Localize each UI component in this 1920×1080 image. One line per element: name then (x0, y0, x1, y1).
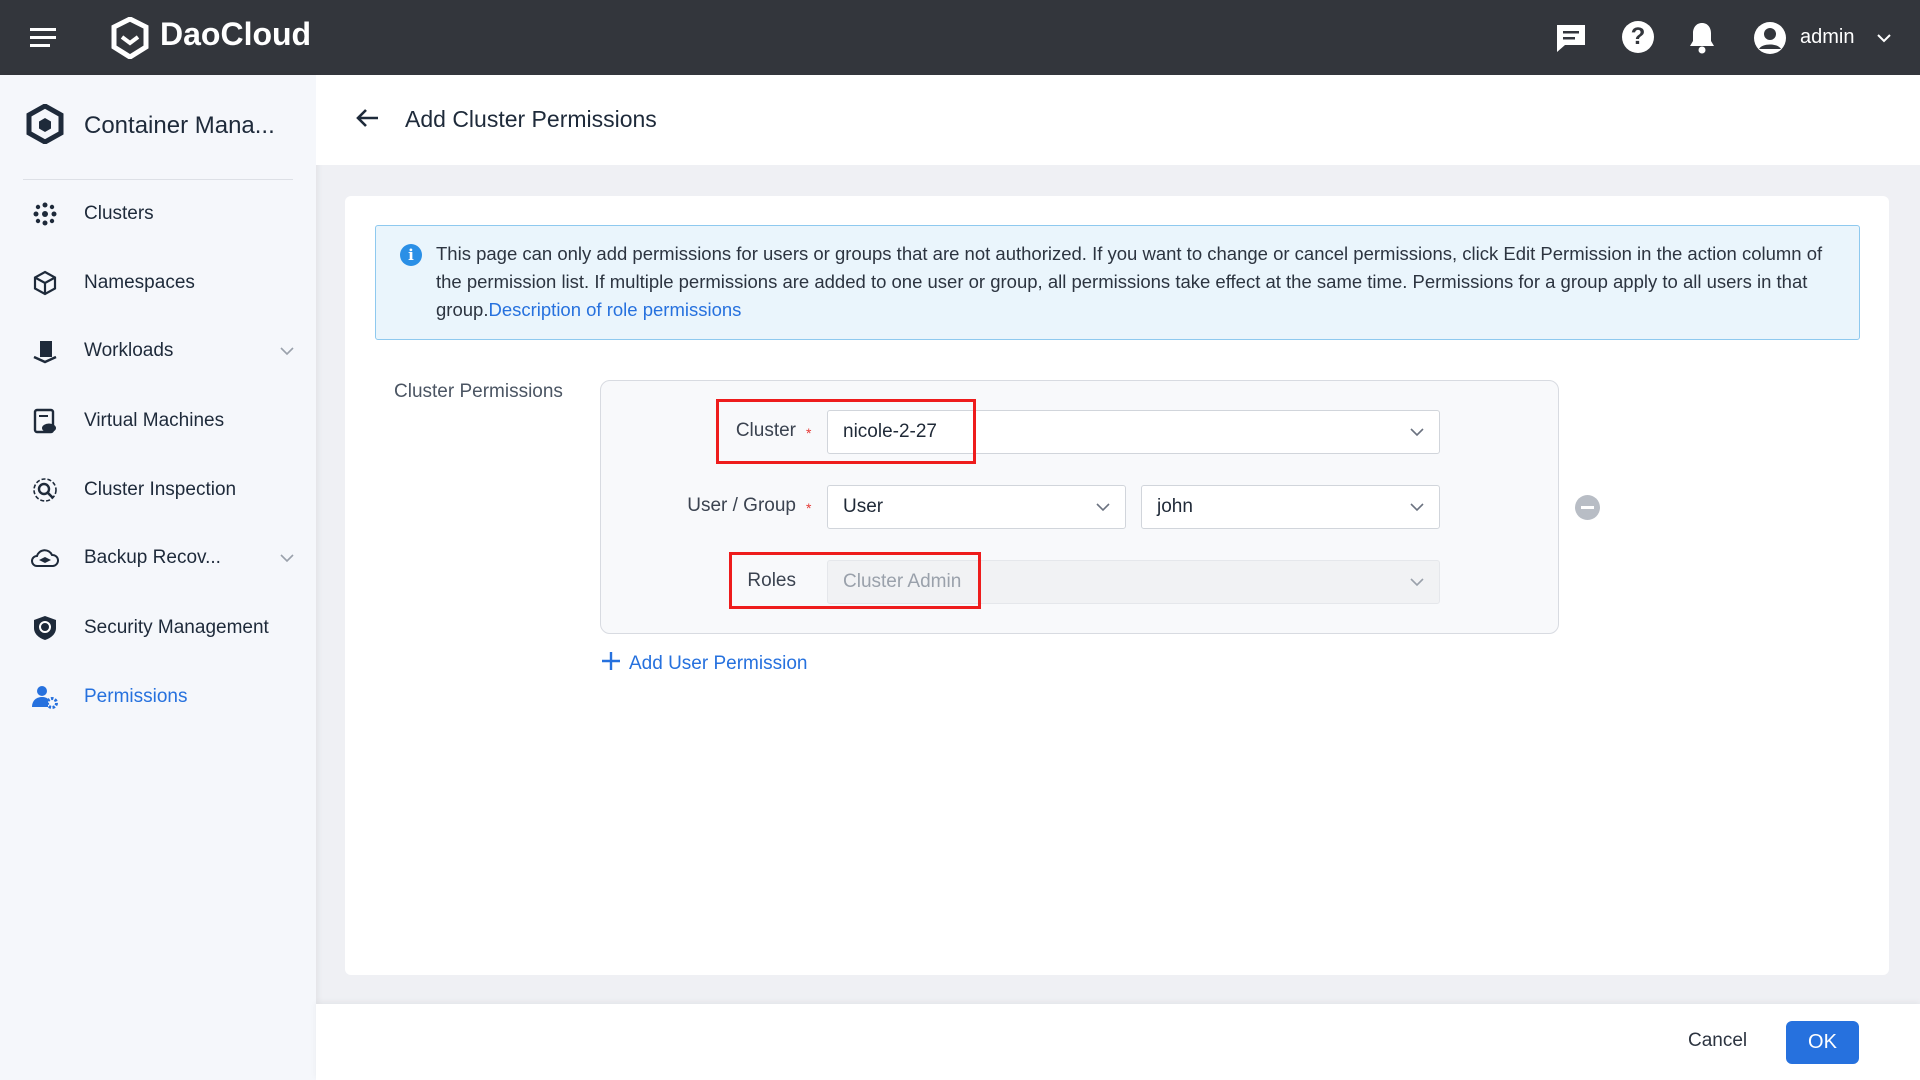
info-icon: i (400, 244, 422, 266)
user-select[interactable]: john (1141, 485, 1440, 529)
user-type-select[interactable]: User (827, 485, 1126, 529)
clusters-icon (30, 199, 60, 229)
footer: Cancel OK (316, 1004, 1920, 1080)
page-title: Add Cluster Permissions (405, 106, 657, 132)
avatar-icon[interactable] (1753, 21, 1787, 60)
sidebar-item-workloads[interactable]: Workloads (0, 323, 316, 379)
info-alert: i This page can only add permissions for… (375, 225, 1860, 340)
sidebar-item-namespaces[interactable]: Namespaces (0, 255, 316, 311)
help-icon[interactable]: ? (1622, 21, 1654, 53)
sidebar-item-backup-recovery[interactable]: Backup Recov... (0, 530, 316, 586)
plus-icon (601, 651, 621, 676)
ok-button[interactable]: OK (1786, 1021, 1859, 1064)
sidebar-title: Container Mana... (84, 112, 275, 139)
user-permission-icon (30, 682, 60, 712)
daocloud-logo-icon (110, 16, 150, 64)
sidebar-item-label: Backup Recov... (84, 547, 221, 568)
shield-icon (30, 613, 60, 643)
user-name[interactable]: admin (1800, 26, 1854, 49)
user-type-value: User (843, 496, 884, 517)
sidebar: Container Mana... Clusters Namespaces Wo… (0, 75, 316, 1080)
page-header: Add Cluster Permissions (316, 75, 1920, 165)
add-user-permission-button[interactable]: Add User Permission (601, 651, 807, 676)
cancel-button[interactable]: Cancel (1688, 1030, 1747, 1052)
sidebar-item-virtual-machines[interactable]: Virtual Machines (0, 393, 316, 449)
cube-icon (30, 268, 60, 298)
sidebar-item-permissions[interactable]: Permissions (0, 669, 316, 725)
virtual-machine-icon (30, 406, 60, 436)
chevron-down-icon (1409, 573, 1425, 597)
sidebar-item-label: Security Management (84, 617, 269, 638)
chevron-down-icon (280, 343, 294, 359)
backup-cloud-icon (30, 543, 60, 573)
remove-entry-icon[interactable] (1575, 495, 1600, 520)
bell-icon[interactable] (1688, 20, 1716, 59)
brand-name[interactable]: DaoCloud (160, 16, 311, 53)
add-user-permission-label: Add User Permission (629, 652, 808, 674)
chevron-down-icon[interactable] (1876, 30, 1892, 48)
workloads-icon (30, 336, 60, 366)
sidebar-item-label: Clusters (84, 203, 154, 224)
highlight-box (729, 552, 981, 609)
sidebar-item-label: Namespaces (84, 272, 195, 293)
container-management-icon (26, 103, 64, 149)
chevron-down-icon (1095, 498, 1111, 522)
sidebar-item-label: Cluster Inspection (84, 479, 237, 500)
highlight-box (716, 399, 976, 464)
user-value: john (1157, 496, 1193, 517)
sidebar-item-label: Virtual Machines (84, 410, 225, 431)
required-mark: * (806, 500, 812, 516)
chevron-down-icon (1409, 423, 1425, 447)
role-permissions-link[interactable]: Description of role permissions (488, 299, 741, 320)
chevron-down-icon (280, 550, 294, 566)
message-icon[interactable] (1555, 23, 1587, 58)
top-bar: DaoCloud ? admin (0, 0, 1920, 75)
menu-icon[interactable] (30, 27, 56, 54)
chevron-down-icon (1409, 498, 1425, 522)
user-group-label: User / Group (687, 495, 796, 516)
sidebar-item-label: Permissions (84, 686, 188, 707)
sidebar-item-security-management[interactable]: Security Management (0, 600, 316, 656)
sidebar-item-label: Workloads (84, 340, 174, 361)
back-arrow-icon[interactable] (356, 108, 380, 133)
section-label: Cluster Permissions (394, 381, 563, 402)
sidebar-item-clusters[interactable]: Clusters (0, 186, 316, 242)
inspection-icon (30, 475, 60, 505)
sidebar-item-cluster-inspection[interactable]: Cluster Inspection (0, 462, 316, 518)
divider (23, 179, 293, 180)
